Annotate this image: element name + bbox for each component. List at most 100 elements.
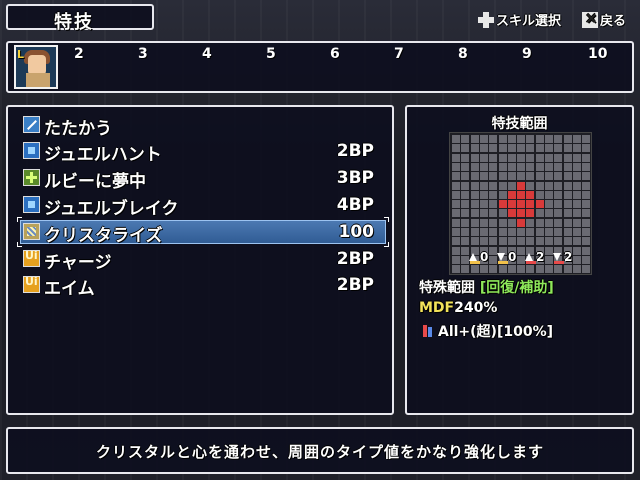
range-grid-cell [563, 162, 572, 171]
range-grid-cell [526, 218, 535, 227]
range-grid-cell [461, 172, 470, 181]
range-grid-cell [507, 228, 516, 236]
range-grid-cell [489, 237, 498, 246]
skill-row-jewel-break[interactable]: ジュエルブレイク 4BP [20, 193, 386, 219]
range-grid-cell [554, 228, 563, 236]
skill-row-attack[interactable]: たたかう [20, 113, 386, 139]
range-grid-cell [470, 265, 479, 274]
range-grid-cell [526, 228, 535, 236]
party-slot-6[interactable]: 6 [330, 46, 340, 62]
skill-row-charge[interactable]: チャージ 2BP [20, 247, 386, 273]
range-grid-cell [489, 200, 498, 209]
skill-list-panel: たたかう ジュエルハント 2BP ルビーに夢中 3BP ジュエルブレイク 4BP… [6, 105, 394, 415]
range-grid-cell [452, 246, 460, 255]
up-arrow-icon [525, 253, 533, 261]
range-grid-cell [517, 209, 526, 218]
range-grid-cell [470, 181, 479, 190]
skill-cost: 100 [338, 222, 375, 242]
range-grid-cell [582, 172, 591, 181]
mdf-label: MDF [419, 300, 455, 316]
range-grid-cell [554, 135, 563, 143]
range-grid-cell [489, 144, 498, 153]
portrait-face [28, 55, 46, 75]
special-range-label: 特殊範囲 [419, 280, 475, 296]
skill-cost: 2BP [336, 275, 374, 295]
sword-icon [23, 116, 40, 133]
range-grid-cell [572, 228, 581, 236]
range-grid-cell [563, 153, 572, 162]
range-grid-cell [489, 153, 498, 162]
party-member-1[interactable]: L [14, 45, 58, 89]
range-grid-cell [452, 190, 460, 199]
range-grid-cell [563, 172, 572, 181]
range-grid-cell [517, 181, 526, 190]
range-grid-cell [582, 228, 591, 236]
party-slot-2[interactable]: 2 [74, 46, 84, 62]
range-grid-cell [582, 218, 591, 227]
skill-row-aim[interactable]: エイム 2BP [20, 273, 386, 299]
range-grid-cell [461, 209, 470, 218]
range-grid-cell [572, 190, 581, 199]
skill-row-ruby[interactable]: ルビーに夢中 3BP [20, 166, 386, 192]
special-range: 特殊範囲 [回復/補助] [419, 277, 554, 297]
range-grid-cell [452, 172, 460, 181]
range-grid-cell [452, 144, 460, 153]
range-grid-cell [461, 144, 470, 153]
range-grid-cell [517, 265, 526, 274]
party-slot-5[interactable]: 5 [266, 46, 276, 62]
party-slot-3[interactable]: 3 [138, 46, 148, 62]
skill-row-crystallize-selected[interactable]: クリスタライズ 100 [17, 217, 389, 247]
selection-corner [384, 217, 389, 222]
party-slot-8[interactable]: 8 [458, 46, 468, 62]
range-grid-cell [507, 144, 516, 153]
party-slot-10[interactable]: 10 [588, 46, 607, 62]
ultimate-icon [23, 275, 40, 293]
range-grid-cell [517, 246, 526, 255]
party-slot-7[interactable]: 7 [394, 46, 404, 62]
range-grid-cell [507, 181, 516, 190]
range-grid-cell [535, 228, 544, 236]
range-grid-cell [507, 209, 516, 218]
range-grid-cell [461, 228, 470, 236]
special-range-tag: [回復/補助] [479, 280, 554, 296]
range-grid-cell [554, 237, 563, 246]
range-grid-cell [479, 162, 488, 171]
skill-name: ジュエルハント [44, 145, 162, 165]
range-grid-cell [498, 144, 507, 153]
range-grid-cell [517, 135, 526, 143]
range-grid-cell [563, 209, 572, 218]
down-arrow-icon [553, 253, 561, 261]
range-grid-cell [545, 153, 553, 162]
range-grid-cell [545, 144, 553, 153]
range-grid-cell [554, 218, 563, 227]
party-slot-4[interactable]: 4 [202, 46, 212, 62]
skill-name: ジュエルブレイク [44, 199, 179, 219]
range-counter-1: 0 [469, 250, 488, 264]
range-grid-cell [507, 200, 516, 209]
skill-select-hint[interactable]: スキル選択 [478, 10, 561, 29]
portrait-body [26, 73, 50, 87]
range-grid-cell [452, 218, 460, 227]
skill-cost: 2BP [336, 141, 374, 161]
range-grid-cell [489, 228, 498, 236]
range-grid-cell [479, 200, 488, 209]
range-grid-cell [498, 135, 507, 143]
range-grid-cell [526, 209, 535, 218]
skill-row-jewel-hunt[interactable]: ジュエルハント 2BP [20, 139, 386, 165]
crystal-icon [23, 223, 40, 240]
skill-description: クリスタルと心を通わせ、周囲のタイプ値をかなり強化します [95, 443, 544, 461]
range-grid-cell [582, 265, 591, 274]
party-slot-9[interactable]: 9 [522, 46, 532, 62]
range-grid-cell [452, 135, 460, 143]
back-hint[interactable]: 戻る [582, 9, 626, 29]
range-grid-cell [452, 265, 460, 274]
screen-title-box: 特技 [6, 4, 154, 33]
range-grid-cell [563, 135, 572, 143]
down-arrow-icon [497, 253, 505, 261]
range-grid-cell [545, 237, 553, 246]
range-grid-cell [572, 181, 581, 190]
range-grid-cell [479, 190, 488, 199]
range-grid-cell [452, 153, 460, 162]
cancel-button-icon [582, 9, 598, 28]
range-grid-cell [461, 153, 470, 162]
